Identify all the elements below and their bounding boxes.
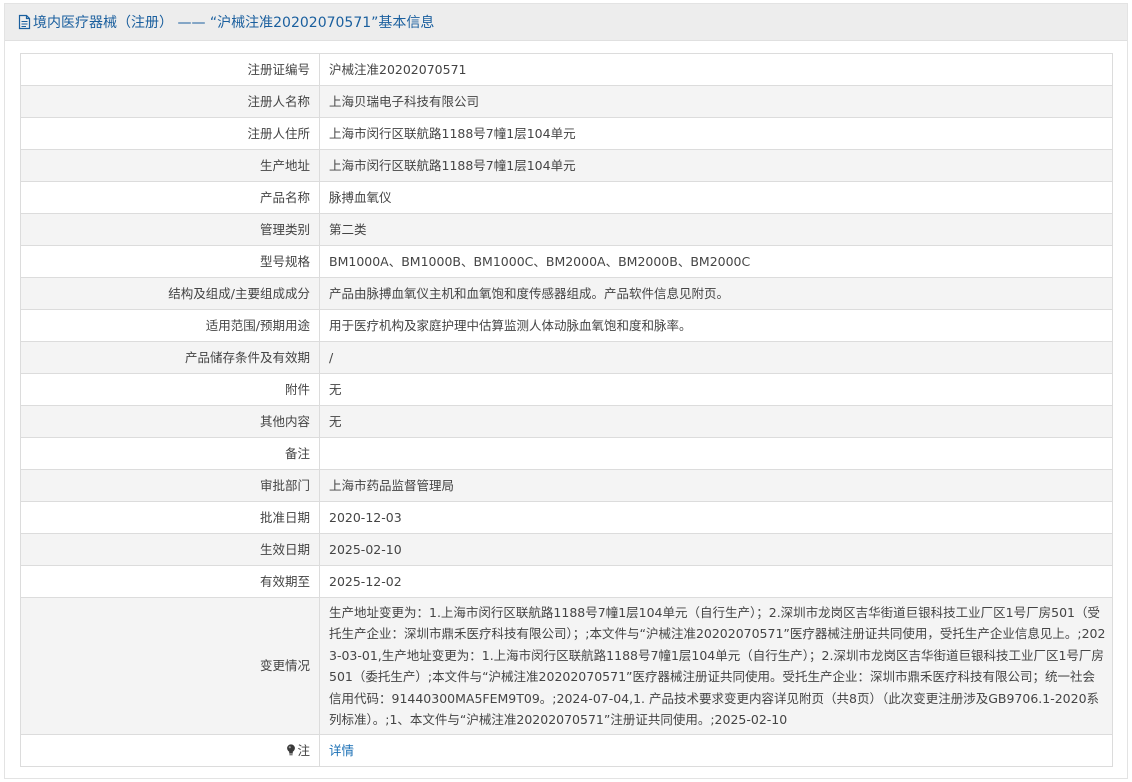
row-label: 结构及组成/主要组成成分 — [20, 277, 320, 310]
table-row-change-history: 变更情况 生产地址变更为：1.上海市闵行区联航路1188号7幢1层104单元（自… — [20, 596, 1113, 736]
row-label: 注册人住所 — [20, 117, 320, 150]
note-value-cell: 详情 — [319, 734, 1113, 768]
table-row-management-category: 管理类别 第二类 — [20, 213, 1113, 246]
table-row-storage-validity: 产品储存条件及有效期 / — [20, 341, 1113, 374]
row-value: / — [319, 341, 1113, 374]
row-value: 上海贝瑞电子科技有限公司 — [319, 85, 1113, 118]
note-label: 注 — [297, 743, 310, 759]
row-label: 审批部门 — [20, 469, 320, 502]
row-label: 其他内容 — [20, 405, 320, 438]
row-label: 型号规格 — [20, 245, 320, 278]
row-value: 无 — [319, 405, 1113, 438]
row-value: 2020-12-03 — [319, 501, 1113, 534]
row-label: 产品储存条件及有效期 — [20, 341, 320, 374]
table-row-valid-until: 有效期至 2025-12-02 — [20, 565, 1113, 598]
table-row-registration-number: 注册证编号 沪械注准20202070571 — [20, 53, 1113, 86]
table-row-approval-date: 批准日期 2020-12-03 — [20, 501, 1113, 534]
table-row-remarks: 备注 — [20, 437, 1113, 470]
page-title: 境内医疗器械（注册） —— “沪械注准20202070571”基本信息 — [33, 15, 435, 31]
table-row-product-name: 产品名称 脉搏血氧仪 — [20, 181, 1113, 214]
table-row-structure-composition: 结构及组成/主要组成成分 产品由脉搏血氧仪主机和血氧饱和度传感器组成。产品软件信… — [20, 277, 1113, 310]
row-label: 注册人名称 — [20, 85, 320, 118]
change-history-text: 生产地址变更为：1.上海市闵行区联航路1188号7幢1层104单元（自行生产）；… — [319, 596, 1113, 736]
row-label: 生产地址 — [20, 149, 320, 182]
table-row-registrant-address: 注册人住所 上海市闵行区联航路1188号7幢1层104单元 — [20, 117, 1113, 150]
row-value: 2025-02-10 — [319, 533, 1113, 566]
row-value: 脉搏血氧仪 — [319, 181, 1113, 214]
document-icon — [18, 14, 31, 30]
table-row-other-content: 其他内容 无 — [20, 405, 1113, 438]
row-label: 生效日期 — [20, 533, 320, 566]
row-value: 无 — [319, 373, 1113, 406]
row-value — [319, 437, 1113, 470]
table-row-registrant-name: 注册人名称 上海贝瑞电子科技有限公司 — [20, 85, 1113, 118]
table-row-approval-department: 审批部门 上海市药品监督管理局 — [20, 469, 1113, 502]
table-row-production-address: 生产地址 上海市闵行区联航路1188号7幢1层104单元 — [20, 149, 1113, 182]
lightbulb-icon — [286, 744, 296, 756]
row-value: 用于医疗机构及家庭护理中估算监测人体动脉血氧饱和度和脉率。 — [319, 309, 1113, 342]
row-value: 上海市药品监督管理局 — [319, 469, 1113, 502]
row-value: 上海市闵行区联航路1188号7幢1层104单元 — [319, 149, 1113, 182]
row-value: 2025-12-02 — [319, 565, 1113, 598]
table-row-effective-date: 生效日期 2025-02-10 — [20, 533, 1113, 566]
row-label: 备注 — [20, 437, 320, 470]
registration-info-table: 注册证编号 沪械注准20202070571 注册人名称 上海贝瑞电子科技有限公司… — [20, 53, 1113, 768]
table-row-model-spec: 型号规格 BM1000A、BM1000B、BM1000C、BM2000A、BM2… — [20, 245, 1113, 278]
row-value: 产品由脉搏血氧仪主机和血氧饱和度传感器组成。产品软件信息见附页。 — [319, 277, 1113, 310]
row-label: 适用范围/预期用途 — [20, 309, 320, 342]
row-value: 沪械注准20202070571 — [319, 53, 1113, 86]
panel-title-bar: 境内医疗器械（注册） —— “沪械注准20202070571”基本信息 — [5, 4, 1127, 41]
row-label: 批准日期 — [20, 501, 320, 534]
info-panel: 境内医疗器械（注册） —— “沪械注准20202070571”基本信息 注册证编… — [4, 3, 1128, 779]
table-row-note: 注 详情 — [20, 734, 1113, 768]
row-label: 产品名称 — [20, 181, 320, 214]
row-value: BM1000A、BM1000B、BM1000C、BM2000A、BM2000B、… — [319, 245, 1113, 278]
row-label: 附件 — [20, 373, 320, 406]
note-label-cell: 注 — [20, 734, 320, 768]
details-link[interactable]: 详情 — [329, 743, 354, 758]
table-row-attachment: 附件 无 — [20, 373, 1113, 406]
row-label: 有效期至 — [20, 565, 320, 598]
row-label: 管理类别 — [20, 213, 320, 246]
row-label: 变更情况 — [20, 596, 320, 736]
row-value: 第二类 — [319, 213, 1113, 246]
row-label: 注册证编号 — [20, 53, 320, 86]
row-value: 上海市闵行区联航路1188号7幢1层104单元 — [319, 117, 1113, 150]
table-row-intended-use: 适用范围/预期用途 用于医疗机构及家庭护理中估算监测人体动脉血氧饱和度和脉率。 — [20, 309, 1113, 342]
